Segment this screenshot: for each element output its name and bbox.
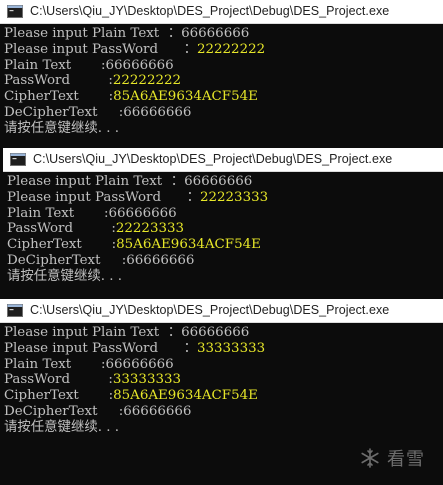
line-label: CipherText bbox=[4, 89, 79, 105]
console-line: 请按任意键继续. . . bbox=[4, 121, 443, 137]
line-separator: ： bbox=[158, 41, 197, 57]
line-value: 33333333 bbox=[112, 372, 182, 388]
window-title: C:\Users\Qiu_JY\Desktop\DES_Project\Debu… bbox=[30, 4, 390, 18]
title-bar[interactable]: C:\Users\Qiu_JY\Desktop\DES_Project\Debu… bbox=[0, 0, 443, 24]
line-label: 请按任意键继续. . . bbox=[4, 419, 120, 435]
line-separator: : bbox=[70, 73, 113, 89]
line-label: Please input Plain Text bbox=[7, 174, 163, 189]
console-window-2: C:\Users\Qiu_JY\Desktop\DES_Project\Debu… bbox=[3, 148, 443, 285]
console-app-icon bbox=[7, 5, 23, 18]
line-separator: ： bbox=[159, 26, 182, 41]
line-label: DeCipherText bbox=[4, 403, 98, 419]
console-line: Please input PassWord ：33333333 bbox=[4, 341, 443, 357]
title-bar[interactable]: C:\Users\Qiu_JY\Desktop\DES_Project\Debu… bbox=[0, 299, 443, 323]
line-value: 66666666 bbox=[126, 252, 195, 268]
line-value: 85A6AE9634ACF54E bbox=[113, 388, 258, 404]
line-label: Please input Plain Text bbox=[4, 325, 160, 340]
console-line: Please input Plain Text ：66666666 bbox=[4, 26, 443, 42]
line-value: 66666666 bbox=[105, 57, 174, 73]
console-line: Plain Text :66666666 bbox=[7, 206, 443, 222]
line-separator: : bbox=[97, 104, 124, 120]
line-value: 22222222 bbox=[196, 41, 266, 57]
line-label: 请按任意键继续. . . bbox=[7, 268, 123, 284]
console-line: PassWord :33333333 bbox=[4, 372, 443, 388]
console-line: DeCipherText :66666666 bbox=[4, 105, 443, 121]
line-separator: : bbox=[97, 403, 124, 419]
line-separator: : bbox=[70, 372, 113, 388]
line-value: 66666666 bbox=[123, 104, 192, 120]
console-line: DeCipherText :66666666 bbox=[7, 253, 443, 269]
window-title: C:\Users\Qiu_JY\Desktop\DES_Project\Debu… bbox=[33, 152, 393, 166]
line-value: 22223333 bbox=[199, 189, 269, 205]
line-label: Please input PassWord bbox=[4, 340, 159, 356]
console-line: PassWord :22222222 bbox=[4, 73, 443, 89]
line-separator: ： bbox=[158, 340, 197, 356]
console-line: PassWord :22223333 bbox=[7, 221, 443, 237]
line-separator: : bbox=[71, 57, 106, 73]
watermark: 看雪 bbox=[359, 445, 425, 471]
console-line: Please input Plain Text ：66666666 bbox=[7, 174, 443, 190]
line-label: Please input Plain Text bbox=[4, 26, 160, 41]
line-value: 22223333 bbox=[115, 221, 185, 237]
console-line: Plain Text :66666666 bbox=[4, 357, 443, 373]
line-label: 请按任意键继续. . . bbox=[4, 120, 120, 136]
line-label: PassWord bbox=[4, 73, 71, 89]
line-separator: ： bbox=[159, 325, 182, 340]
line-label: Plain Text bbox=[7, 205, 75, 221]
console-line: Please input PassWord ：22223333 bbox=[7, 190, 443, 206]
line-separator: ： bbox=[161, 189, 200, 205]
console-app-icon bbox=[7, 304, 23, 317]
line-label: CipherText bbox=[4, 388, 79, 404]
line-value: 22222222 bbox=[112, 73, 182, 89]
console-line: CipherText :85A6AE9634ACF54E bbox=[4, 388, 443, 404]
console-line: DeCipherText :66666666 bbox=[4, 404, 443, 420]
line-label: CipherText bbox=[7, 237, 82, 253]
console-line: Please input PassWord ：22222222 bbox=[4, 42, 443, 58]
line-separator: : bbox=[81, 237, 117, 253]
line-value: 66666666 bbox=[181, 325, 250, 340]
line-value: 66666666 bbox=[184, 174, 253, 189]
title-bar[interactable]: C:\Users\Qiu_JY\Desktop\DES_Project\Debu… bbox=[3, 148, 443, 172]
console-window-3: C:\Users\Qiu_JY\Desktop\DES_Project\Debu… bbox=[0, 299, 443, 436]
line-value: 85A6AE9634ACF54E bbox=[116, 237, 261, 253]
line-value: 66666666 bbox=[181, 26, 250, 41]
console-output: Please input Plain Text ：66666666 Please … bbox=[0, 24, 443, 137]
line-label: PassWord bbox=[7, 221, 74, 237]
console-window-1: C:\Users\Qiu_JY\Desktop\DES_Project\Debu… bbox=[0, 0, 443, 137]
line-value: 66666666 bbox=[108, 205, 177, 221]
line-separator: : bbox=[78, 388, 114, 404]
line-value: 33333333 bbox=[196, 340, 266, 356]
line-label: DeCipherText bbox=[7, 252, 101, 268]
watermark-text: 看雪 bbox=[387, 449, 425, 470]
console-line: CipherText :85A6AE9634ACF54E bbox=[7, 237, 443, 253]
console-line: Plain Text :66666666 bbox=[4, 58, 443, 74]
line-label: Please input PassWord bbox=[7, 189, 162, 205]
window-title: C:\Users\Qiu_JY\Desktop\DES_Project\Debu… bbox=[30, 303, 390, 317]
console-output: Please input Plain Text ：66666666 Please … bbox=[3, 172, 443, 285]
console-line: Please input Plain Text ：66666666 bbox=[4, 325, 443, 341]
line-value: 66666666 bbox=[105, 356, 174, 372]
line-label: DeCipherText bbox=[4, 104, 98, 120]
console-line: CipherText :85A6AE9634ACF54E bbox=[4, 89, 443, 105]
line-label: Please input PassWord bbox=[4, 41, 159, 57]
line-separator: ： bbox=[162, 174, 185, 189]
line-separator: : bbox=[71, 356, 106, 372]
line-label: Plain Text bbox=[4, 356, 72, 372]
line-value: 66666666 bbox=[123, 403, 192, 419]
line-separator: : bbox=[100, 252, 127, 268]
console-line: 请按任意键继续. . . bbox=[7, 269, 443, 285]
line-separator: : bbox=[78, 89, 114, 105]
console-app-icon bbox=[10, 153, 26, 166]
console-output: Please input Plain Text ：66666666 Please … bbox=[0, 323, 443, 436]
snowflake-icon bbox=[361, 448, 379, 468]
line-label: Plain Text bbox=[4, 57, 72, 73]
line-separator: : bbox=[73, 221, 116, 237]
line-label: PassWord bbox=[4, 372, 71, 388]
line-value: 85A6AE9634ACF54E bbox=[113, 89, 258, 105]
console-line: 请按任意键继续. . . bbox=[4, 420, 443, 436]
line-separator: : bbox=[74, 205, 109, 221]
